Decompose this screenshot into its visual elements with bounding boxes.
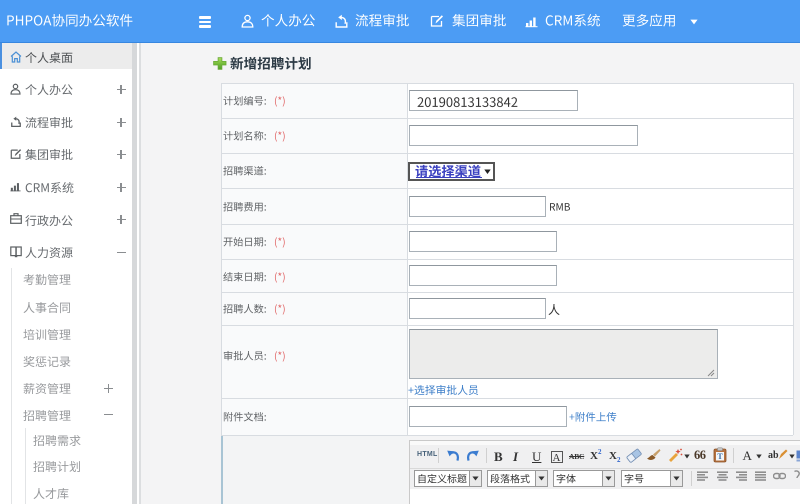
svg-text:T: T [717, 452, 723, 461]
